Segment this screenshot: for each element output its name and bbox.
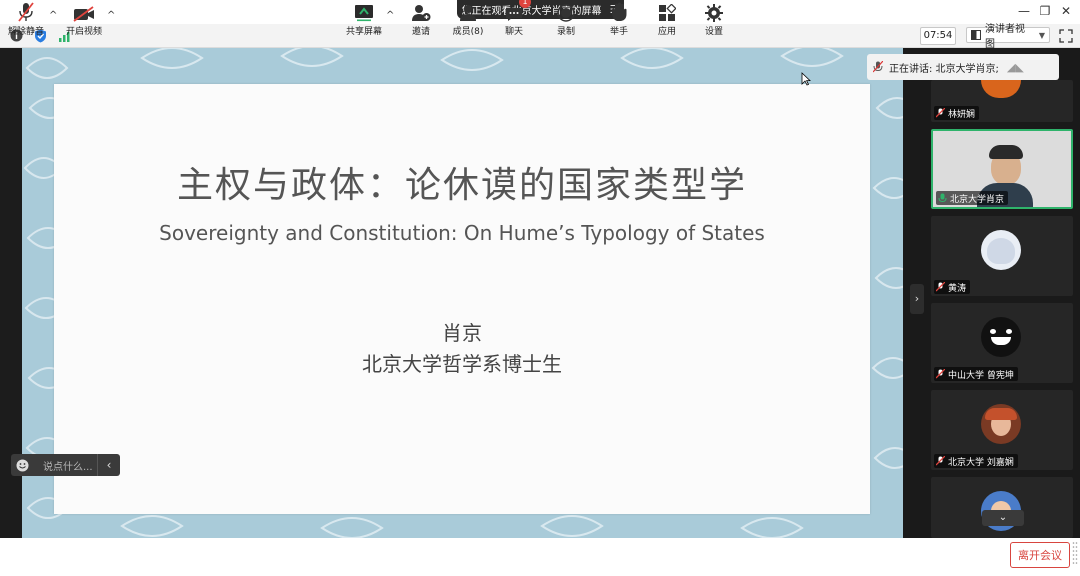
slide-author: 肖京 — [442, 321, 482, 345]
participant-tile-active[interactable]: 北京大学肖京 — [931, 129, 1073, 209]
resize-grip-icon[interactable] — [1072, 540, 1078, 570]
view-mode-label: 演讲者视图 — [984, 24, 1025, 50]
chevron-left-icon[interactable]: ‹ — [97, 454, 120, 476]
audio-options-chevron-icon[interactable]: ^ — [49, 10, 57, 21]
mouse-cursor-icon — [801, 72, 811, 86]
participant-name: 林妍娴 — [948, 109, 976, 120]
settings-label: 设置 — [704, 27, 723, 37]
slide-subtitle: Sovereignty and Constitution: On Hume’s … — [159, 221, 765, 245]
record-button[interactable]: 录制 — [550, 0, 582, 38]
chat-placeholder[interactable]: 说点什么... — [33, 458, 97, 473]
participant-name: 北京大学 刘嘉娴 — [948, 457, 1014, 468]
raise-hand-icon — [611, 0, 627, 22]
record-label: 录制 — [556, 27, 575, 37]
members-button[interactable]: 成员(8) — [448, 0, 488, 38]
restore-icon[interactable]: ❐ — [1036, 3, 1054, 19]
avatar — [981, 230, 1021, 270]
active-speaker-indicator: 正在讲话: 北京大学肖京; ◢◣ — [867, 54, 1059, 80]
record-icon — [557, 0, 575, 22]
view-layout-icon — [971, 30, 981, 40]
start-video-label: 开启视频 — [65, 27, 102, 37]
meeting-controls — [0, 538, 1080, 576]
participant-name-tag: 林妍娴 — [934, 106, 980, 120]
settings-button[interactable]: 设置 — [698, 0, 730, 38]
chevron-down-icon: ▼ — [1038, 30, 1045, 40]
participant-tile[interactable] — [931, 477, 1073, 538]
apps-icon — [658, 0, 676, 22]
meeting-toolbar — [0, 24, 1080, 48]
invite-button[interactable]: 邀请 — [404, 0, 438, 38]
panel-toggle-chevron-icon[interactable]: › — [910, 284, 924, 314]
apps-label: 应用 — [657, 27, 676, 37]
participant-name-tag: 北京大学 刘嘉娴 — [934, 454, 1018, 468]
raise-hand-button[interactable]: 举手 — [603, 0, 635, 38]
muted-mic-icon — [18, 0, 34, 22]
participant-tile[interactable]: 黄涛 — [931, 216, 1073, 296]
leave-meeting-button[interactable]: 离开会议 — [1010, 542, 1070, 568]
chat-unread-badge: 1 — [519, 0, 531, 8]
muted-mic-icon — [936, 369, 945, 379]
unmute-button[interactable]: 解除静音 — [6, 0, 46, 38]
scroll-down-chevron-icon[interactable]: ⌄ — [982, 510, 1024, 526]
invite-icon — [411, 0, 431, 22]
speaker-mic-icon — [867, 61, 889, 73]
active-speaker-text: 正在讲话: 北京大学肖京; — [889, 63, 999, 75]
participant-name-tag: 黄涛 — [934, 280, 971, 294]
gear-icon — [705, 0, 723, 22]
members-icon — [459, 0, 477, 22]
participant-name-tag: 中山大学 曾宪坤 — [934, 367, 1018, 381]
avatar — [981, 317, 1021, 357]
share-screen-button[interactable]: 共享屏幕 — [344, 0, 384, 38]
participant-name: 北京大学肖京 — [950, 194, 1005, 205]
muted-mic-icon — [936, 282, 945, 292]
raise-hand-label: 举手 — [609, 27, 628, 37]
share-screen-label: 共享屏幕 — [345, 27, 382, 37]
audio-wave-icon: ◢◣ — [1006, 60, 1024, 74]
invite-label: 邀请 — [411, 27, 430, 37]
emoji-icon[interactable] — [11, 454, 33, 476]
apps-button[interactable]: 应用 — [651, 0, 683, 38]
participant-tile[interactable]: 中山大学 曾宪坤 — [931, 303, 1073, 383]
share-options-chevron-icon[interactable]: ^ — [386, 10, 394, 21]
presentation-slide: 主权与政体：论休谟的国家类型学 Sovereignty and Constitu… — [54, 84, 870, 514]
participant-name: 中山大学 曾宪坤 — [948, 370, 1014, 381]
active-mic-icon — [938, 193, 947, 203]
minimize-icon[interactable]: — — [1015, 3, 1033, 19]
chat-label: 聊天 — [504, 27, 523, 37]
start-video-button[interactable]: 开启视频 — [62, 0, 106, 38]
chat-quick-input[interactable]: 说点什么... ‹ — [11, 454, 120, 476]
video-options-chevron-icon[interactable]: ^ — [107, 10, 115, 21]
avatar — [981, 80, 1021, 98]
participant-name-tag: 北京大学肖京 — [936, 191, 1009, 205]
view-mode-select[interactable]: 演讲者视图 ▼ — [966, 24, 1050, 50]
chat-icon: 1 — [505, 0, 531, 22]
participant-tile[interactable]: 北京大学 刘嘉娴 — [931, 390, 1073, 470]
participant-tile[interactable]: 林妍娴 — [931, 80, 1073, 122]
share-screen-icon — [354, 0, 374, 22]
chat-button[interactable]: 1 聊天 — [498, 0, 531, 38]
fullscreen-icon[interactable] — [1059, 28, 1073, 43]
slide-affiliation: 北京大学哲学系博士生 — [362, 352, 562, 376]
muted-mic-icon — [936, 456, 945, 466]
unmute-label: 解除静音 — [7, 27, 44, 37]
members-label: 成员(8) — [452, 27, 484, 37]
video-off-icon — [73, 0, 95, 22]
close-icon[interactable]: ✕ — [1057, 3, 1075, 19]
participant-name: 黄涛 — [948, 283, 967, 294]
meeting-timer: 07:54 — [920, 27, 956, 45]
slide-title: 主权与政体：论休谟的国家类型学 — [176, 165, 747, 206]
avatar — [981, 404, 1021, 444]
muted-mic-icon — [936, 108, 945, 118]
